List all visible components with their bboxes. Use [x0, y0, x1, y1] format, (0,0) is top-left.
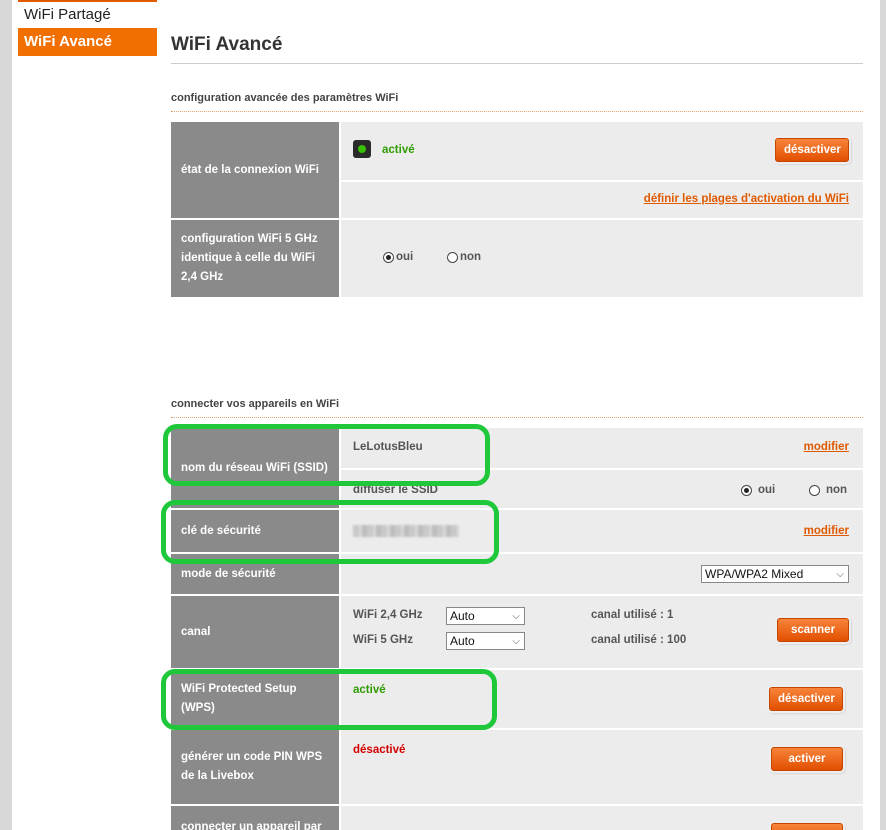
left-nav: WiFi Partagé WiFi Avancé: [18, 0, 157, 56]
value-security-mode: WPA/WPA2 Mixed ⌵: [341, 554, 863, 594]
page: WiFi Partagé WiFi Avancé WiFi Avancé con…: [12, 0, 880, 830]
nav-item-wifi-partage[interactable]: WiFi Partagé: [18, 0, 157, 28]
title-divider: [171, 63, 863, 64]
radio-selected-icon: [741, 484, 752, 496]
broadcast-ssid-label: diffuser le SSID: [353, 484, 438, 496]
deactivate-wifi-button[interactable]: désactiver: [775, 138, 849, 162]
radio-unselected-icon: [809, 484, 820, 496]
band24-channel-select[interactable]: Auto ⌵: [446, 607, 525, 625]
value-channel: WiFi 2,4 GHz Auto ⌵ canal utilisé : 1 Wi…: [341, 596, 863, 668]
status-led-icon: [353, 140, 371, 158]
value-same-config: oui non: [341, 220, 863, 297]
band5-used-channel: canal utilisé : 100: [591, 634, 687, 646]
radio-same-config-non[interactable]: non: [447, 251, 481, 263]
label-channel: canal: [171, 596, 339, 668]
row-channel: canal WiFi 2,4 GHz Auto ⌵ canal utilisé …: [171, 596, 863, 668]
label-connection-state: état de la connexion WiFi: [171, 122, 339, 218]
row-security-key: clé de sécurité modifier: [171, 510, 863, 552]
section-label-connect-devices: connecter vos appareils en WiFi: [171, 398, 340, 410]
section-label-advanced-config: configuration avancée des paramètres WiF…: [171, 92, 399, 104]
activation-schedule-link[interactable]: définir les plages d'activation du WiFi: [644, 193, 849, 205]
security-mode-select[interactable]: WPA/WPA2 Mixed ⌵: [701, 565, 849, 583]
label-connect-device: connecter un appareil par: [171, 806, 339, 830]
row-ssid: nom du réseau WiFi (SSID) LeLotusBleu mo…: [171, 428, 863, 508]
row-security-mode: mode de sécurité WPA/WPA2 Mixed ⌵: [171, 554, 863, 594]
label-wps-pin: générer un code PIN WPS de la Livebox: [171, 730, 339, 804]
row-wps-pin: générer un code PIN WPS de la Livebox dé…: [171, 730, 863, 804]
radio-selected-icon: [383, 251, 394, 263]
row-same-config: configuration WiFi 5 GHz identique à cel…: [171, 220, 863, 297]
radio-broadcast-oui[interactable]: oui: [741, 484, 775, 496]
band24-label: WiFi 2,4 GHz: [353, 609, 423, 621]
label-security-mode: mode de sécurité: [171, 554, 339, 594]
chevron-down-icon: ⌵: [836, 569, 844, 580]
radio-same-config-oui[interactable]: oui: [383, 251, 413, 263]
label-wps: WiFi Protected Setup (WPS): [171, 670, 339, 728]
modify-ssid-link[interactable]: modifier: [804, 441, 849, 453]
ssid-value: LeLotusBleu: [353, 441, 423, 453]
row-connection-state: état de la connexion WiFi activé désacti…: [171, 122, 863, 218]
label-same-config: configuration WiFi 5 GHz identique à cel…: [171, 220, 339, 297]
band5-label: WiFi 5 GHz: [353, 634, 413, 646]
label-ssid: nom du réseau WiFi (SSID): [171, 428, 339, 508]
value-connection-state: activé désactiver définir les plages d'a…: [341, 122, 863, 218]
chevron-down-icon: ⌵: [512, 611, 520, 622]
value-wps: activé désactiver: [341, 670, 863, 728]
section-divider: [171, 111, 863, 112]
modify-key-link[interactable]: modifier: [804, 525, 849, 537]
label-security-key: clé de sécurité: [171, 510, 339, 552]
wifi-status-text: activé: [382, 144, 415, 156]
nav-item-wifi-avance[interactable]: WiFi Avancé: [18, 28, 157, 56]
scan-button[interactable]: scanner: [777, 618, 849, 642]
chevron-down-icon: ⌵: [512, 636, 520, 647]
blurred-security-key: [353, 525, 459, 537]
value-ssid: LeLotusBleu modifier diffuser le SSID ou…: [341, 428, 863, 508]
band5-channel-select[interactable]: Auto ⌵: [446, 632, 525, 650]
deactivate-wps-button[interactable]: désactiver: [769, 687, 843, 711]
row-connect-device: connecter un appareil par: [171, 806, 863, 830]
value-connect-device: [341, 806, 863, 830]
page-title: WiFi Avancé: [171, 34, 283, 55]
radio-unselected-icon: [447, 251, 458, 263]
band24-used-channel: canal utilisé : 1: [591, 609, 674, 621]
wps-status-text: activé: [353, 684, 386, 696]
value-security-key: modifier: [341, 510, 863, 552]
radio-broadcast-non[interactable]: non: [809, 484, 847, 496]
row-wps: WiFi Protected Setup (WPS) activé désact…: [171, 670, 863, 728]
value-wps-pin: désactivé activer: [341, 730, 863, 804]
wps-pin-status-text: désactivé: [353, 744, 406, 756]
activate-wps-pin-button[interactable]: activer: [771, 747, 843, 771]
section-divider: [171, 417, 863, 418]
connect-device-button[interactable]: [771, 823, 843, 830]
